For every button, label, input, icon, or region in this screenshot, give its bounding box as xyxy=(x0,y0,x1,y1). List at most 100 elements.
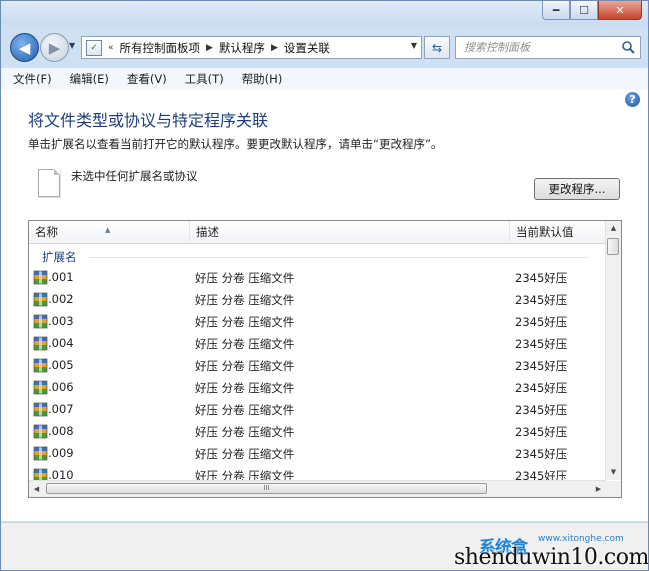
breadcrumb-separator-icon[interactable]: ▶ xyxy=(271,43,278,53)
scroll-left-icon[interactable]: ◀ xyxy=(29,481,44,497)
archive-icon xyxy=(33,446,48,461)
association-list[interactable]: 名称 ▲ 描述 当前默认值 扩展名 .001 好压 分卷 压缩文件 2345好压 .0… xyxy=(28,220,622,498)
archive-icon xyxy=(33,402,48,417)
recent-pages-dropdown[interactable]: ▼ xyxy=(69,41,75,50)
scroll-right-icon[interactable]: ▶ xyxy=(591,481,606,497)
extension-default-program: 2345好压 xyxy=(515,447,568,461)
extension-description: 好压 分卷 压缩文件 xyxy=(195,271,295,285)
archive-icon xyxy=(33,380,48,395)
extension-name: .002 xyxy=(48,292,74,306)
vertical-scroll-thumb[interactable] xyxy=(607,238,619,255)
list-item[interactable]: .008 好压 分卷 压缩文件 2345好压 xyxy=(29,421,606,443)
extension-name: .009 xyxy=(48,446,74,460)
extension-description: 好压 分卷 压缩文件 xyxy=(195,447,295,461)
title-bar[interactable]: ━ ☐ ✕ xyxy=(1,1,648,25)
breadcrumb-default-programs[interactable]: 默认程序 xyxy=(219,40,265,56)
extension-default-program: 2345好压 xyxy=(515,271,568,285)
breadcrumb-set-associations[interactable]: 设置关联 xyxy=(284,40,330,56)
address-bar[interactable]: ✓ « 所有控制面板项 ▶ 默认程序 ▶ 设置关联 ▼ xyxy=(81,36,422,59)
scrollbar-corner xyxy=(606,481,621,497)
list-item[interactable]: .002 好压 分卷 压缩文件 2345好压 xyxy=(29,289,606,311)
group-divider xyxy=(89,257,589,258)
watermark-site: shenduwin10.com xyxy=(454,545,649,570)
refresh-button[interactable]: ⇆ xyxy=(424,36,450,59)
extension-name: .004 xyxy=(48,336,74,350)
sort-ascending-icon: ▲ xyxy=(105,226,111,234)
column-header-description[interactable]: 描述 xyxy=(190,221,510,243)
extension-description: 好压 分卷 压缩文件 xyxy=(195,293,295,307)
extension-description: 好压 分卷 压缩文件 xyxy=(195,381,295,395)
horizontal-scrollbar[interactable]: ◀ III ▶ xyxy=(29,480,606,497)
maximize-button[interactable]: ☐ xyxy=(570,1,598,20)
column-default-label: 当前默认值 xyxy=(516,225,574,239)
column-name-label: 名称 xyxy=(35,225,58,239)
breadcrumb-separator-icon[interactable]: ▶ xyxy=(206,43,213,53)
column-header-default[interactable]: 当前默认值 xyxy=(510,221,606,243)
menu-bar: 文件(F) 编辑(E) 查看(V) 工具(T) 帮助(H) xyxy=(1,67,648,91)
breadcrumb-all-items[interactable]: 所有控制面板项 xyxy=(120,40,201,56)
back-button[interactable]: ◀ xyxy=(10,33,39,62)
archive-icon xyxy=(33,292,48,307)
list-item[interactable]: .003 好压 分卷 压缩文件 2345好压 xyxy=(29,311,606,333)
list-item[interactable]: .005 好压 分卷 压缩文件 2345好压 xyxy=(29,355,606,377)
menu-view[interactable]: 查看(V) xyxy=(121,71,173,87)
search-icon[interactable] xyxy=(621,40,635,54)
list-item[interactable]: .009 好压 分卷 压缩文件 2345好压 xyxy=(29,443,606,465)
status-bar: 系统盒 www.xitonghe.com shenduwin10.com xyxy=(1,522,649,570)
column-description-label: 描述 xyxy=(196,225,219,239)
change-program-button[interactable]: 更改程序... xyxy=(534,178,620,200)
list-item[interactable]: .004 好压 分卷 压缩文件 2345好压 xyxy=(29,333,606,355)
extension-name: .006 xyxy=(48,380,74,394)
extension-description: 好压 分卷 压缩文件 xyxy=(195,315,295,329)
search-box xyxy=(455,36,641,59)
extension-name: .008 xyxy=(48,424,74,438)
extension-description: 好压 分卷 压缩文件 xyxy=(195,337,295,351)
main-content: ? 将文件类型或协议与特定程序关联 单击扩展名以查看当前打开它的默认程序。要更改… xyxy=(1,90,648,521)
selection-status: 未选中任何扩展名或协议 xyxy=(71,169,198,183)
archive-icon xyxy=(33,424,48,439)
list-header: 名称 ▲ 描述 当前默认值 xyxy=(29,221,606,244)
extension-default-program: 2345好压 xyxy=(515,337,568,351)
list-item[interactable]: .006 好压 分卷 压缩文件 2345好压 xyxy=(29,377,606,399)
archive-icon xyxy=(33,358,48,373)
extension-default-program: 2345好压 xyxy=(515,381,568,395)
vertical-scrollbar[interactable]: ▲ ▼ xyxy=(605,221,621,480)
archive-icon xyxy=(33,270,48,285)
scroll-down-icon[interactable]: ▼ xyxy=(606,465,621,480)
control-panel-icon: ✓ xyxy=(86,39,102,56)
close-button[interactable]: ✕ xyxy=(598,1,642,20)
control-panel-window: ━ ☐ ✕ ◀ ▶ ▼ ✓ « 所有控制面板项 ▶ 默认程序 ▶ 设置关联 ▼ … xyxy=(0,0,649,571)
watermark-url-small: www.xitonghe.com xyxy=(538,534,624,544)
extension-default-program: 2345好压 xyxy=(515,293,568,307)
minimize-button[interactable]: ━ xyxy=(542,1,570,20)
menu-help[interactable]: 帮助(H) xyxy=(236,71,289,87)
extension-name: .007 xyxy=(48,402,74,416)
extension-default-program: 2345好压 xyxy=(515,403,568,417)
menu-tools[interactable]: 工具(T) xyxy=(179,71,230,87)
horizontal-scroll-thumb[interactable]: III xyxy=(46,483,487,494)
archive-icon xyxy=(33,314,48,329)
group-label: 扩展名 xyxy=(42,250,77,264)
site-watermark: 系统盒 www.xitonghe.com shenduwin10.com xyxy=(452,533,649,570)
extension-name: .001 xyxy=(48,270,74,284)
navigation-bar: ◀ ▶ ▼ ✓ « 所有控制面板项 ▶ 默认程序 ▶ 设置关联 ▼ ⇆ xyxy=(1,27,648,67)
forward-button[interactable]: ▶ xyxy=(40,33,69,62)
address-dropdown-icon[interactable]: ▼ xyxy=(411,41,417,50)
caption-buttons: ━ ☐ ✕ xyxy=(542,1,642,20)
menu-edit[interactable]: 编辑(E) xyxy=(64,71,115,87)
scroll-up-icon[interactable]: ▲ xyxy=(606,221,621,236)
page-title: 将文件类型或协议与特定程序关联 xyxy=(28,111,269,130)
breadcrumb-overflow[interactable]: « xyxy=(108,43,114,53)
extension-default-program: 2345好压 xyxy=(515,359,568,373)
help-icon[interactable]: ? xyxy=(625,92,640,107)
group-header-extensions[interactable]: 扩展名 xyxy=(29,245,606,267)
list-item[interactable]: .001 好压 分卷 压缩文件 2345好压 xyxy=(29,267,606,289)
extension-name: .005 xyxy=(48,358,74,372)
column-header-name[interactable]: 名称 ▲ xyxy=(29,221,190,243)
extension-description: 好压 分卷 压缩文件 xyxy=(195,425,295,439)
menu-file[interactable]: 文件(F) xyxy=(7,71,58,87)
list-item[interactable]: .007 好压 分卷 压缩文件 2345好压 xyxy=(29,399,606,421)
extension-description: 好压 分卷 压缩文件 xyxy=(195,403,295,417)
search-input[interactable] xyxy=(462,37,621,58)
extension-default-program: 2345好压 xyxy=(515,315,568,329)
